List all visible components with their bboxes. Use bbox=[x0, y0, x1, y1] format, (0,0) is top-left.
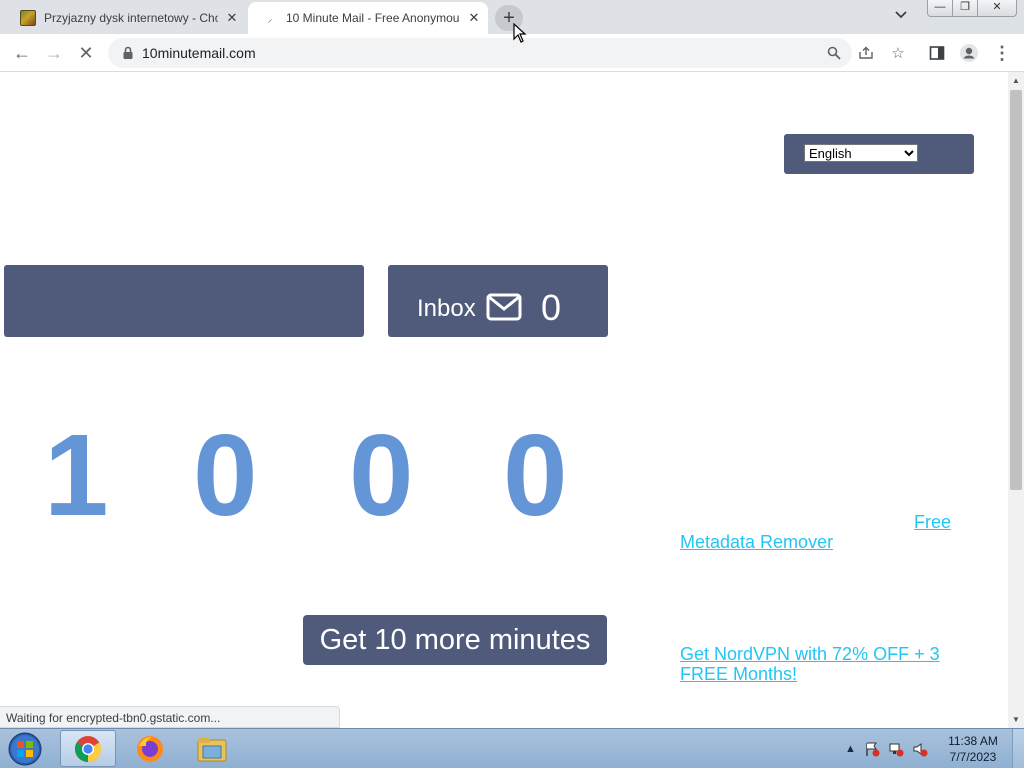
page-content: English Inbox 0 1 0 0 0 Get 10 more minu… bbox=[0, 72, 1008, 728]
inbox-panel[interactable]: Inbox 0 bbox=[388, 265, 608, 337]
address-bar[interactable]: 10minutemail.com ☆ bbox=[108, 38, 905, 68]
timer-minutes-tens: 1 bbox=[44, 410, 109, 540]
close-window-button[interactable]: ✕ bbox=[977, 0, 1017, 17]
network-icon[interactable] bbox=[888, 741, 904, 757]
envelope-icon bbox=[486, 293, 522, 321]
tab-strip: Przyjazny dysk internetowy - Chomikuj.pl… bbox=[0, 0, 1024, 34]
show-desktop-button[interactable] bbox=[1012, 729, 1024, 768]
timer-minutes-ones: 0 bbox=[193, 410, 258, 540]
stop-loading-icon[interactable]: ✕ bbox=[75, 42, 97, 64]
scroll-up-arrow-icon[interactable]: ▲ bbox=[1012, 76, 1020, 85]
firefox-taskbar-icon[interactable] bbox=[122, 730, 178, 767]
tab-search-chevron-icon[interactable] bbox=[895, 8, 907, 22]
side-panel-icon[interactable] bbox=[926, 42, 948, 64]
email-address-panel[interactable] bbox=[4, 265, 364, 337]
file-explorer-taskbar-icon[interactable] bbox=[184, 730, 240, 767]
ad-link-metadata-remover[interactable]: Free bbox=[914, 512, 951, 532]
system-tray: ▲ bbox=[845, 739, 928, 759]
clock-time: 11:38 AM bbox=[948, 734, 998, 748]
action-center-flag-icon[interactable] bbox=[864, 741, 880, 757]
status-bubble: Waiting for encrypted-tbn0.gstatic.com..… bbox=[0, 706, 340, 728]
tab-title: 10 Minute Mail - Free Anonymous Temporar… bbox=[286, 11, 460, 25]
windows-taskbar: ▲ 11:38 AM 7/7/2023 bbox=[0, 728, 1024, 768]
chomikuj-favicon-icon bbox=[20, 10, 36, 26]
lock-icon[interactable] bbox=[120, 45, 136, 61]
start-button[interactable] bbox=[4, 730, 46, 768]
inbox-label: Inbox bbox=[417, 295, 476, 322]
ad-link-metadata-remover[interactable]: Metadata Remover bbox=[680, 532, 833, 552]
url-text[interactable]: 10minutemail.com bbox=[142, 45, 256, 61]
tab-10minutemail[interactable]: ⸝ 10 Minute Mail - Free Anonymous Tempor… bbox=[248, 2, 488, 34]
profile-avatar-icon[interactable] bbox=[958, 42, 980, 64]
menu-kebab-icon[interactable]: ⋮ bbox=[991, 42, 1013, 64]
tray-overflow-arrow-icon[interactable]: ▲ bbox=[845, 743, 856, 755]
scroll-down-arrow-icon[interactable]: ▼ bbox=[1012, 715, 1020, 724]
vertical-scrollbar[interactable]: ▲ ▼ bbox=[1008, 72, 1024, 728]
close-tab-icon[interactable]: ✕ bbox=[224, 10, 240, 26]
volume-muted-icon[interactable] bbox=[912, 741, 928, 757]
timer-seconds-tens: 0 bbox=[349, 410, 414, 540]
chrome-taskbar-icon[interactable] bbox=[60, 730, 116, 767]
forward-arrow-icon[interactable]: → bbox=[43, 42, 65, 64]
taskbar-clock[interactable]: 11:38 AM 7/7/2023 bbox=[938, 733, 1008, 765]
inbox-count: 0 bbox=[541, 287, 562, 328]
back-arrow-icon[interactable]: ← bbox=[11, 42, 33, 64]
get-more-minutes-button[interactable]: Get 10 more minutes bbox=[303, 615, 607, 665]
scrollbar-thumb[interactable] bbox=[1010, 90, 1022, 490]
share-icon[interactable] bbox=[856, 43, 876, 63]
language-panel: English bbox=[784, 134, 974, 174]
language-select[interactable]: English bbox=[804, 144, 918, 162]
browser-toolbar: ← → ✕ 10minutemail.com ☆ ⋮ bbox=[0, 34, 1024, 72]
ad-link-nordvpn[interactable]: Get NordVPN with 72% OFF + 3 FREE Months… bbox=[680, 644, 960, 684]
mouse-cursor-icon bbox=[513, 23, 527, 43]
timer-seconds-ones: 0 bbox=[503, 410, 568, 540]
zoom-search-icon[interactable] bbox=[824, 43, 844, 63]
maximize-window-button[interactable]: ❐ bbox=[952, 0, 978, 17]
tab-chomikuj[interactable]: Przyjazny dysk internetowy - Chomikuj.pl… bbox=[8, 2, 246, 34]
close-tab-icon[interactable]: ✕ bbox=[466, 10, 482, 26]
tab-title: Przyjazny dysk internetowy - Chomikuj.pl bbox=[44, 11, 218, 25]
clock-date: 7/7/2023 bbox=[949, 750, 997, 764]
bookmark-star-icon[interactable]: ☆ bbox=[888, 43, 908, 63]
minimize-window-button[interactable]: — bbox=[927, 0, 953, 17]
loading-spinner-icon: ⸝ bbox=[267, 14, 273, 25]
